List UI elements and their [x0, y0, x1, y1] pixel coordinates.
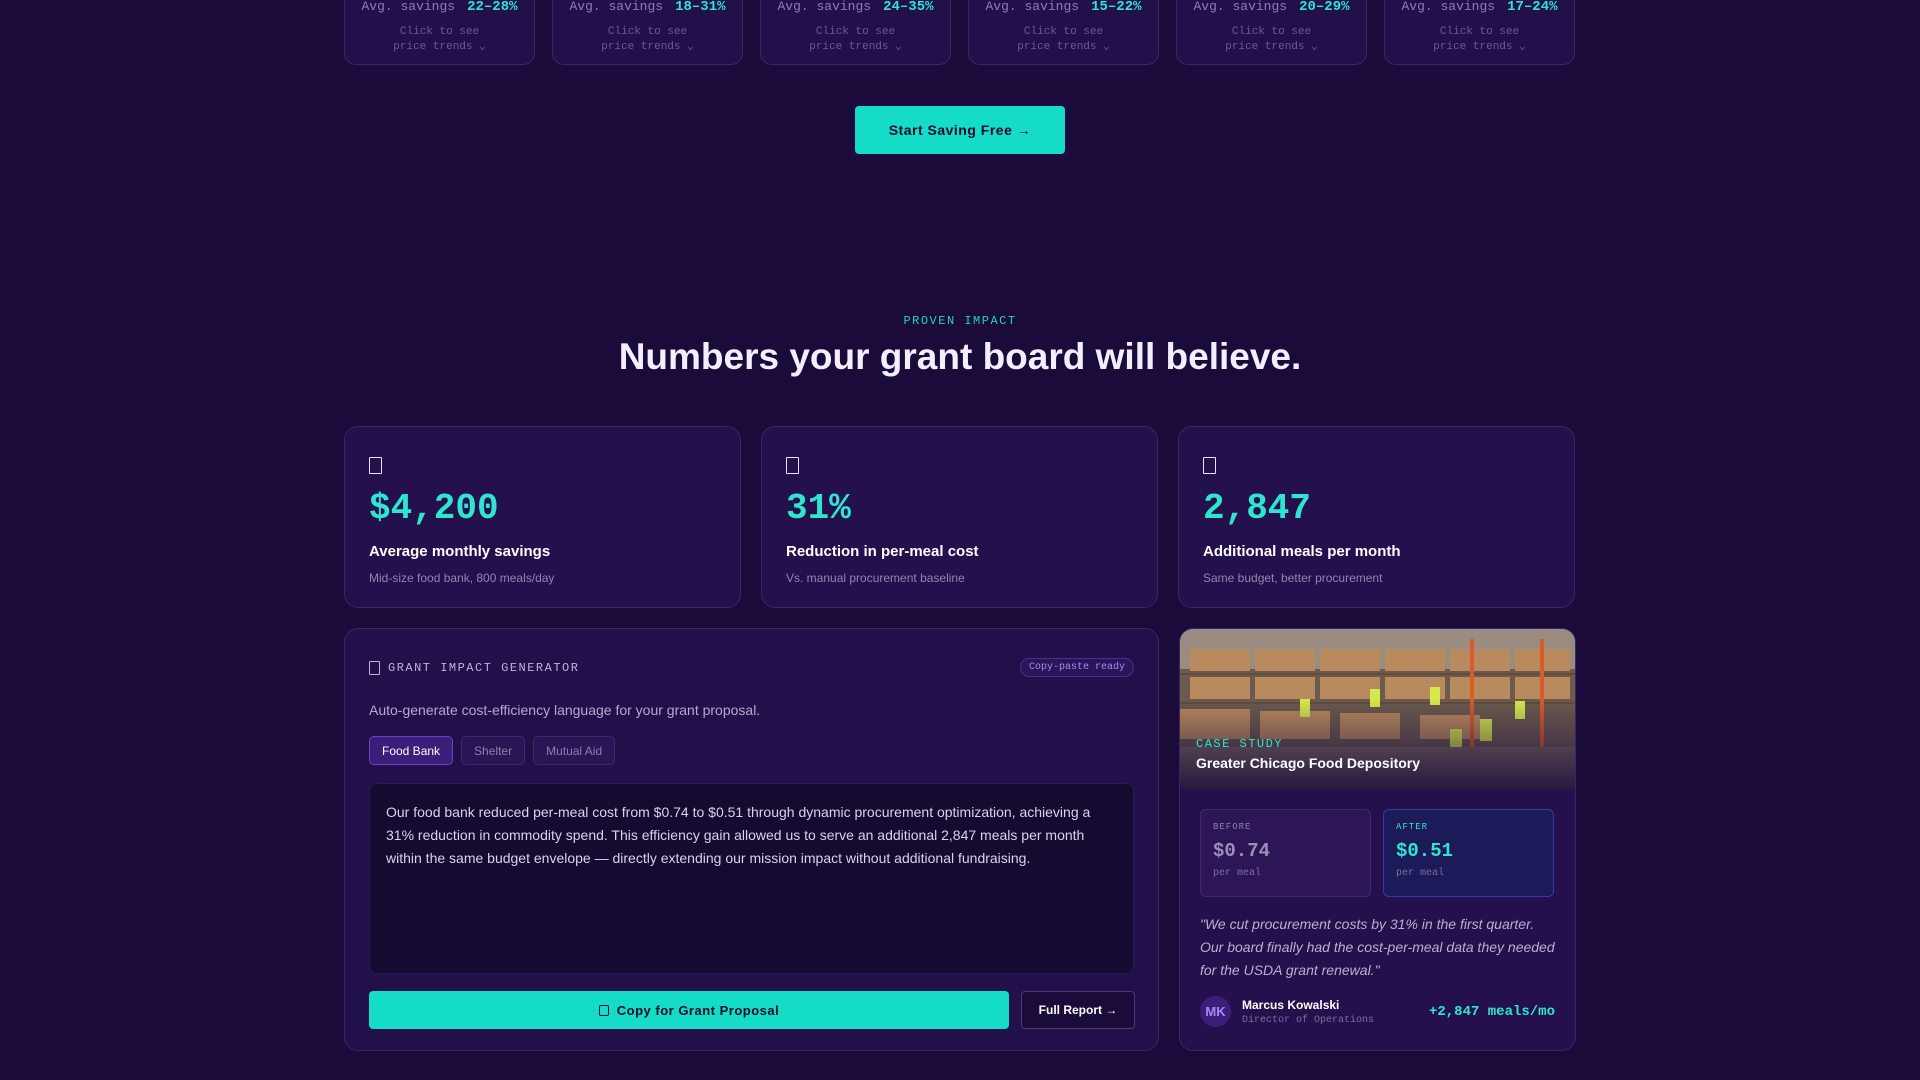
before-value: $0.74: [1213, 840, 1271, 862]
stat-subtext: Mid-size food bank, 800 meals/day: [369, 571, 555, 585]
copy-button-label: Copy for Grant Proposal: [616, 1002, 780, 1018]
document-icon: [786, 457, 799, 474]
price-trends-hint: Click to see price trends ⌄: [601, 26, 694, 53]
author-role: Director of Operations: [1242, 1014, 1375, 1026]
document-icon: [1203, 457, 1216, 474]
savings-value: 24–35%: [883, 0, 934, 15]
savings-value: 15–22%: [1091, 0, 1142, 15]
grant-header: GRANT IMPACT GENERATOR Copy-paste ready: [369, 658, 1134, 677]
price-trends-hint: Click to see price trends ⌄: [1225, 26, 1318, 53]
stat-subtext: Same budget, better procurement: [1203, 571, 1383, 585]
savings-label: Avg. savings: [1193, 0, 1288, 14]
start-saving-button[interactable]: Start Saving Free →: [855, 106, 1065, 154]
price-trends-hint: Click to see price trends ⌄: [1017, 26, 1110, 53]
after-label: AFTER: [1396, 822, 1429, 832]
savings-label: Avg. savings: [569, 0, 664, 14]
stat-card-additional-meals: 2,847 Additional meals per month Same bu…: [1178, 426, 1575, 608]
before-unit: per meal: [1213, 868, 1262, 879]
testimonial-quote: "We cut procurement costs by 31% in the …: [1200, 916, 1555, 978]
before-after-row: BEFORE $0.74 per meal AFTER $0.51 per me…: [1180, 789, 1575, 897]
grant-impact-generator: GRANT IMPACT GENERATOR Copy-paste ready …: [344, 628, 1159, 1051]
stat-label: Reduction in per-meal cost: [786, 543, 979, 560]
price-card[interactable]: Avg. savings 18–31% Click to see price tr…: [552, 0, 743, 65]
savings-label: Avg. savings: [777, 0, 872, 14]
tab-food-bank[interactable]: Food Bank: [369, 736, 454, 765]
price-trends-hint: Click to see price trends ⌄: [393, 26, 486, 53]
document-icon: [369, 660, 380, 675]
grant-output-text[interactable]: Our food bank reduced per-meal cost from…: [369, 783, 1134, 974]
savings-value: 17–24%: [1507, 0, 1558, 15]
stat-card-monthly-savings: $4,200 Average monthly savings Mid-size …: [344, 426, 741, 608]
grant-actions: Copy for Grant Proposal Full Report →: [369, 991, 1135, 1029]
section-heading: Numbers your grant board will believe.: [618, 336, 1302, 377]
tab-shelter[interactable]: Shelter: [461, 736, 526, 765]
document-icon: [369, 457, 382, 474]
before-label: BEFORE: [1213, 822, 1252, 832]
org-type-tabs: Food Bank Shelter Mutual Aid: [369, 736, 1134, 765]
price-card[interactable]: Avg. savings 15–22% Click to see price tr…: [968, 0, 1159, 65]
copy-icon: [598, 1004, 609, 1016]
savings-value: 22–28%: [467, 0, 518, 15]
savings-label: Avg. savings: [361, 0, 456, 14]
price-trends-hint: Click to see price trends ⌄: [1433, 26, 1526, 53]
savings-value: 20–29%: [1299, 0, 1350, 15]
price-card[interactable]: Avg. savings 24–35% Click to see price tr…: [760, 0, 951, 65]
case-study-card: CASE STUDY Greater Chicago Food Deposito…: [1179, 628, 1576, 1051]
author-info: Marcus Kowalski Director of Operations: [1242, 998, 1429, 1026]
after-box: AFTER $0.51 per meal: [1383, 809, 1554, 897]
price-trends-hint: Click to see price trends ⌄: [809, 26, 902, 53]
stat-value: 2,847: [1203, 488, 1312, 529]
stat-card-row: $4,200 Average monthly savings Mid-size …: [344, 426, 1575, 608]
cta-wrapper: Start Saving Free →: [0, 106, 1920, 154]
savings-label: Avg. savings: [985, 0, 1080, 14]
stat-card-cost-reduction: 31% Reduction in per-meal cost Vs. manua…: [761, 426, 1158, 608]
stat-value: $4,200: [369, 488, 499, 529]
case-study-title: Greater Chicago Food Depository: [1196, 755, 1421, 771]
price-card[interactable]: Avg. savings 22–28% Click to see price tr…: [344, 0, 535, 65]
stat-label: Average monthly savings: [369, 543, 551, 560]
after-value: $0.51: [1396, 840, 1454, 862]
savings-value: 18–31%: [675, 0, 726, 15]
price-card[interactable]: Avg. savings 20–29% Click to see price tr…: [1176, 0, 1367, 65]
author-name: Marcus Kowalski: [1242, 997, 1340, 1012]
grant-title: GRANT IMPACT GENERATOR: [369, 660, 580, 675]
before-box: BEFORE $0.74 per meal: [1200, 809, 1371, 897]
stat-value: 31%: [786, 488, 851, 529]
stat-subtext: Vs. manual procurement baseline: [786, 571, 965, 585]
tab-mutual-aid[interactable]: Mutual Aid: [533, 736, 616, 765]
avatar: MK: [1200, 996, 1231, 1027]
grant-description: Auto-generate cost-efficiency language f…: [369, 702, 761, 718]
stat-label: Additional meals per month: [1203, 543, 1401, 560]
savings-label: Avg. savings: [1401, 0, 1496, 14]
warehouse-photo: CASE STUDY Greater Chicago Food Deposito…: [1180, 629, 1575, 789]
full-report-button[interactable]: Full Report →: [1021, 991, 1135, 1029]
price-card[interactable]: Avg. savings 17–24% Click to see price tr…: [1384, 0, 1575, 65]
section-eyebrow: PROVEN IMPACT: [903, 314, 1017, 328]
grant-title-text: GRANT IMPACT GENERATOR: [388, 660, 580, 675]
price-card-row: Avg. savings 22–28% Click to see price tr…: [344, 0, 1575, 65]
meals-metric: +2,847 meals/mo: [1428, 1003, 1555, 1020]
copy-for-grant-button[interactable]: Copy for Grant Proposal: [369, 991, 1009, 1029]
case-study-eyebrow: CASE STUDY: [1196, 737, 1284, 751]
after-unit: per meal: [1396, 868, 1445, 879]
copy-ready-badge: Copy-paste ready: [1019, 658, 1134, 677]
testimonial-author: MK Marcus Kowalski Director of Operation…: [1180, 982, 1575, 1027]
